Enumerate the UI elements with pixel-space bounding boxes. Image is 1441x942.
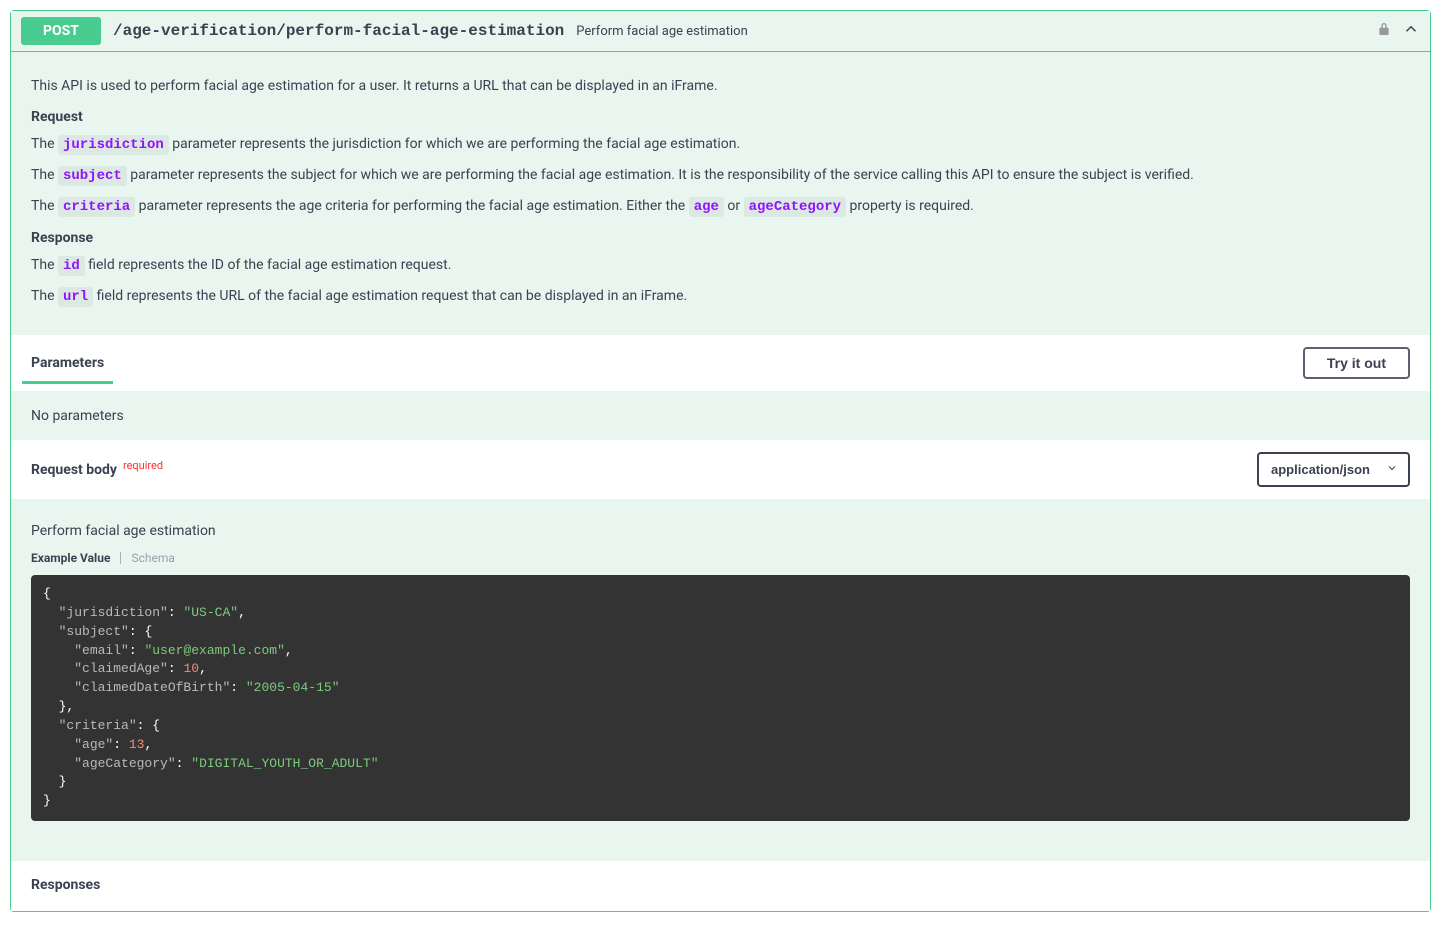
tab-schema[interactable]: Schema [131, 551, 174, 565]
code-jurisdiction: jurisdiction [58, 135, 169, 155]
request-body-description: Perform facial age estimation [11, 499, 1430, 547]
code-age-category: ageCategory [744, 197, 846, 217]
example-json-block[interactable]: { "jurisdiction": "US-CA", "subject": { … [31, 575, 1410, 821]
request-param-criteria: The criteria parameter represents the ag… [31, 196, 1410, 218]
code-id: id [58, 256, 85, 276]
tab-example-value[interactable]: Example Value [31, 551, 110, 565]
method-badge: POST [21, 17, 101, 45]
endpoint-path: /age-verification/perform-facial-age-est… [113, 22, 564, 40]
endpoint-summary: Perform facial age estimation [576, 24, 1376, 39]
code-url: url [58, 287, 93, 307]
response-heading: Response [31, 230, 1410, 246]
responses-title: Responses [11, 861, 1430, 911]
operation-body: This API is used to perform facial age e… [11, 52, 1430, 911]
request-param-subject: The subject parameter represents the sub… [31, 165, 1410, 187]
content-type-select[interactable]: application/json [1257, 452, 1410, 487]
code-criteria: criteria [58, 197, 135, 217]
parameters-bar: Parameters Try it out [11, 335, 1430, 392]
body-tabs: Example Value Schema [11, 547, 1430, 575]
request-heading: Request [31, 109, 1410, 125]
request-body-title: Request body [31, 462, 117, 478]
request-body-bar: Request body required application/json [11, 440, 1430, 499]
code-age: age [689, 197, 724, 217]
try-it-out-button[interactable]: Try it out [1303, 347, 1410, 379]
response-field-id: The id field represents the ID of the fa… [31, 255, 1410, 277]
intro-text: This API is used to perform facial age e… [31, 76, 1410, 97]
no-parameters-text: No parameters [11, 392, 1430, 440]
operation-description: This API is used to perform facial age e… [11, 52, 1430, 335]
parameters-title: Parameters [31, 355, 104, 371]
response-field-url: The url field represents the URL of the … [31, 286, 1410, 308]
required-badge: required [123, 459, 163, 472]
chevron-up-icon[interactable] [1402, 20, 1420, 42]
lock-icon[interactable] [1376, 20, 1392, 42]
code-subject: subject [58, 166, 127, 186]
operation-header[interactable]: POST /age-verification/perform-facial-ag… [11, 11, 1430, 52]
request-param-jurisdiction: The jurisdiction parameter represents th… [31, 134, 1410, 156]
operation-block: POST /age-verification/perform-facial-ag… [10, 10, 1431, 912]
